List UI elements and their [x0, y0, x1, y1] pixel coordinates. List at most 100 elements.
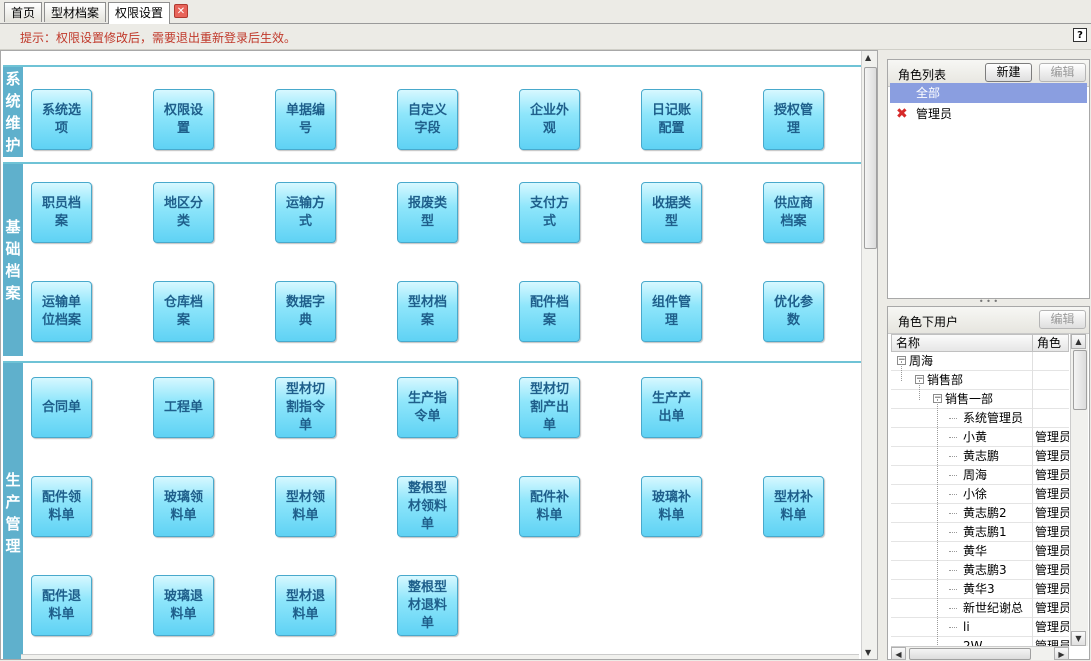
permission-tile[interactable]: 优化参数	[763, 281, 824, 342]
new-role-button[interactable]: 新建	[985, 63, 1032, 82]
close-tab-icon[interactable]: ✕	[174, 4, 188, 18]
permission-tile[interactable]: 职员档案	[31, 182, 92, 243]
main-vertical-scrollbar[interactable]: ▲ ▼	[861, 51, 877, 659]
table-row[interactable]: 黄华3 管理员	[891, 580, 1069, 599]
main-horizontal-scrollbar[interactable]	[21, 654, 859, 659]
permission-tile-label: 运输方式	[285, 195, 325, 229]
scroll-thumb[interactable]	[909, 648, 1031, 660]
group-label: 基础档案	[3, 164, 23, 356]
permission-tile[interactable]: 仓库档案	[153, 281, 214, 342]
users-horizontal-scrollbar[interactable]: ◀ ▶	[891, 646, 1069, 660]
scroll-thumb[interactable]	[1073, 350, 1087, 410]
scroll-down-icon[interactable]: ▼	[1071, 631, 1086, 646]
table-row[interactable]: li 管理员	[891, 618, 1069, 637]
permission-tile[interactable]: 配件退料单	[31, 575, 92, 636]
role-item-label: 全部	[916, 86, 941, 100]
permission-tile[interactable]: 组件管理	[641, 281, 702, 342]
permission-tile[interactable]: 工程单	[153, 377, 214, 438]
scroll-down-icon[interactable]: ▼	[865, 648, 871, 657]
permission-tile[interactable]: 型材切割产出单	[519, 377, 580, 438]
tab-profile-archive[interactable]: 型材档案	[44, 2, 107, 22]
table-row[interactable]: 小徐 管理员	[891, 485, 1069, 504]
permission-tile-label: 整根型材退料单	[407, 579, 447, 631]
scroll-up-icon[interactable]: ▲	[1071, 334, 1086, 349]
permission-tile[interactable]: 型材档案	[397, 281, 458, 342]
permission-tile[interactable]: 地区分类	[153, 182, 214, 243]
table-row[interactable]: 黄志鹏1 管理员	[891, 523, 1069, 542]
permission-tile[interactable]: 自定义字段	[397, 89, 458, 150]
permission-tile-label: 整根型材领料单	[407, 480, 447, 532]
permission-tile[interactable]: 型材切割指令单	[275, 377, 336, 438]
permission-tile[interactable]: 生产指令单	[397, 377, 458, 438]
table-row[interactable]: 黄志鹏 管理员	[891, 447, 1069, 466]
permission-tile[interactable]: 型材领料单	[275, 476, 336, 537]
table-row[interactable]: − 周海	[891, 352, 1069, 371]
table-row[interactable]: 系统管理员	[891, 409, 1069, 428]
permission-tile-label: 组件管理	[651, 294, 691, 328]
permission-tile-label: 仓库档案	[163, 294, 203, 328]
permission-tile[interactable]: 数据字典	[275, 281, 336, 342]
permission-tile[interactable]: 配件领料单	[31, 476, 92, 537]
column-header-role[interactable]: 角色	[1032, 334, 1069, 352]
permission-tile[interactable]: 整根型材退料单	[397, 575, 458, 636]
group-label: 生产管理	[3, 363, 23, 659]
user-role: 管理员	[1032, 561, 1069, 580]
users-vertical-scrollbar[interactable]: ▲ ▼	[1070, 334, 1088, 646]
scroll-up-icon[interactable]: ▲	[865, 53, 871, 62]
permission-tile[interactable]: 收据类型	[641, 182, 702, 243]
table-row[interactable]: − 销售部	[891, 371, 1069, 390]
edit-role-button[interactable]: 编辑	[1039, 63, 1086, 82]
permission-tile[interactable]: 报废类型	[397, 182, 458, 243]
table-row[interactable]: 黄志鹏3 管理员	[891, 561, 1069, 580]
table-row[interactable]: 周海 管理员	[891, 466, 1069, 485]
permission-tile[interactable]: 配件档案	[519, 281, 580, 342]
group-label-text: 基础档案	[5, 218, 21, 302]
column-header-name[interactable]: 名称	[891, 334, 1033, 352]
permission-tile[interactable]: 授权管理	[763, 89, 824, 150]
permission-tile[interactable]: 日记账配置	[641, 89, 702, 150]
permission-tile[interactable]: 供应商档案	[763, 182, 824, 243]
scroll-left-icon[interactable]: ◀	[891, 647, 906, 660]
permission-tile-label: 收据类型	[651, 195, 691, 229]
edit-users-button[interactable]: 编辑	[1039, 310, 1086, 329]
delete-x-icon[interactable]: ✖	[896, 107, 908, 121]
tab-home[interactable]: 首页	[4, 2, 43, 22]
permission-tile-label: 型材补料单	[773, 489, 813, 523]
permission-tile-label: 支付方式	[529, 195, 569, 229]
permission-tile[interactable]: 玻璃领料单	[153, 476, 214, 537]
permission-tile[interactable]: 玻璃补料单	[641, 476, 702, 537]
permission-tile[interactable]: 整根型材领料单	[397, 476, 458, 537]
permission-tile[interactable]: 运输方式	[275, 182, 336, 243]
table-row[interactable]: 小黄 管理员	[891, 428, 1069, 447]
table-row[interactable]: 黄华 管理员	[891, 542, 1069, 561]
permission-tile[interactable]: 企业外观	[519, 89, 580, 150]
scroll-right-icon[interactable]: ▶	[1054, 647, 1069, 660]
role-item-admin[interactable]: ✖ 管理员	[890, 104, 1087, 124]
permission-tile[interactable]: 系统选项	[31, 89, 92, 150]
permission-tile[interactable]: 配件补料单	[519, 476, 580, 537]
permission-tile[interactable]: 运输单位档案	[31, 281, 92, 342]
scroll-thumb[interactable]	[864, 67, 877, 249]
permission-tile[interactable]: 支付方式	[519, 182, 580, 243]
table-row[interactable]: − 销售一部	[891, 390, 1069, 409]
user-role: 管理员	[1032, 580, 1069, 599]
permission-tile[interactable]: 权限设置	[153, 89, 214, 150]
user-role: 管理员	[1032, 466, 1069, 485]
permission-tile[interactable]: 玻璃退料单	[153, 575, 214, 636]
table-row[interactable]: 黄志鹏2 管理员	[891, 504, 1069, 523]
tab-permission-settings[interactable]: 权限设置	[108, 2, 171, 24]
permission-tile[interactable]: 型材退料单	[275, 575, 336, 636]
permission-tile[interactable]: 生产产出单	[641, 377, 702, 438]
user-name: 小黄	[963, 430, 988, 444]
table-row[interactable]: 新世纪谢总 管理员	[891, 599, 1069, 618]
permission-tile[interactable]: 合同单	[31, 377, 92, 438]
table-row[interactable]: 2W 管理员	[891, 637, 1069, 646]
help-icon[interactable]: ?	[1073, 28, 1087, 42]
user-name: 黄华	[963, 544, 988, 558]
role-item-all[interactable]: 全部	[890, 83, 1087, 103]
user-name: 黄志鹏2	[963, 506, 1007, 520]
permission-tile[interactable]: 单据编号	[275, 89, 336, 150]
permission-tile[interactable]: 型材补料单	[763, 476, 824, 537]
user-name: 销售一部	[945, 392, 994, 406]
notice-text: 提示：权限设置修改后，需要退出重新登录后生效。	[20, 31, 297, 45]
